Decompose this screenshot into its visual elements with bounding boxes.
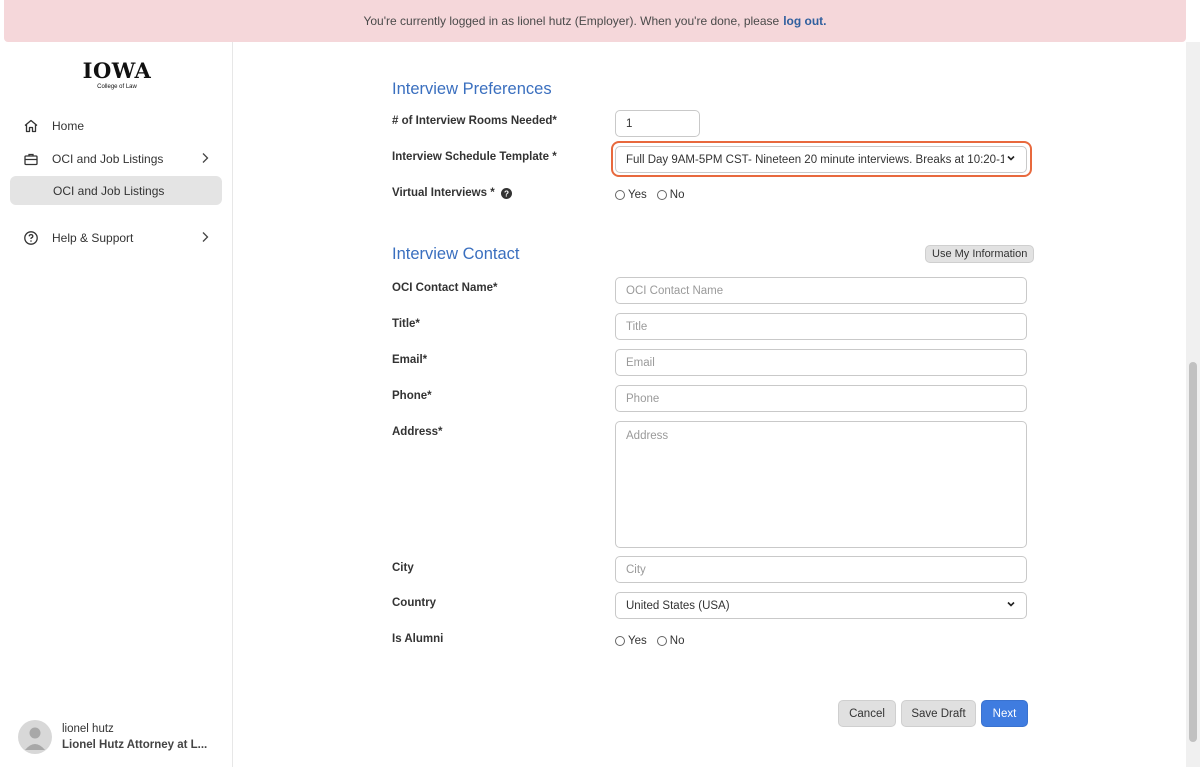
sidebar-item-oci-job-listings[interactable]: OCI and Job Listings [10,144,222,173]
user-profile[interactable]: lionel hutz Lionel Hutz Attorney at L... [18,720,207,754]
chevron-down-icon [1006,153,1016,166]
use-my-information-button[interactable]: Use My Information [925,245,1035,263]
sidebar: IOWA College of Law Home OCI and Job Lis… [0,42,233,767]
sidebar-item-home[interactable]: Home [10,111,222,140]
virtual-yes-option[interactable]: Yes [615,189,647,201]
alumni-yes-option[interactable]: Yes [615,635,647,647]
radio-label: Yes [628,189,647,201]
radio-label: No [669,189,685,201]
country-label: Country [392,597,437,609]
avatar [18,720,52,754]
schedule-template-select[interactable]: Full Day 9AM-5PM CST- Nineteen 20 minute… [615,146,1027,173]
radio-button[interactable] [656,636,667,646]
radio-label: Yes [628,635,647,647]
phone-input[interactable] [615,385,1027,412]
logo-main-text: IOWA [82,58,152,83]
oci-contact-name-input[interactable] [615,277,1027,304]
briefcase-icon [10,151,52,167]
sidebar-item-label: Help & Support [52,230,134,245]
alumni-no-option[interactable]: No [656,635,685,647]
address-label: Address* [392,426,443,438]
city-input[interactable] [615,556,1027,583]
radio-button[interactable] [615,636,625,646]
country-select[interactable]: United States (USA) [615,592,1027,619]
cancel-button[interactable]: Cancel [838,700,896,727]
chevron-right-icon [200,152,210,167]
iowa-law-logo[interactable]: IOWA College of Law [82,58,152,91]
login-banner: You're currently logged in as lionel hut… [4,0,1186,42]
next-button[interactable]: Next [981,700,1028,727]
virtual-interviews-radio-group: Yes No [615,189,694,201]
sidebar-item-label: OCI and Job Listings [53,183,165,198]
radio-button[interactable] [615,190,625,200]
interview-preferences-heading: Interview Preferences [392,80,552,98]
virtual-interviews-label: Virtual Interviews * ? [392,187,512,199]
interview-rooms-label: # of Interview Rooms Needed* [392,115,557,127]
radio-label: No [669,635,685,647]
email-label: Email* [392,354,428,366]
logo-sub-text: College of Law [97,84,137,90]
sidebar-item-help-support[interactable]: Help & Support [10,223,222,252]
sidebar-subitem-oci-job-listings[interactable]: OCI and Job Listings [10,176,222,205]
phone-label: Phone* [392,390,432,402]
address-textarea[interactable] [615,421,1027,548]
email-input[interactable] [615,349,1027,376]
is-alumni-radio-group: Yes No [615,635,694,647]
scrollbar-thumb[interactable] [1189,362,1197,742]
oci-contact-name-label: OCI Contact Name* [392,282,498,294]
title-input[interactable] [615,313,1027,340]
logout-link[interactable]: log out. [783,14,826,28]
user-name: lionel hutz [62,723,114,735]
interview-rooms-input[interactable] [615,110,700,137]
sidebar-item-label: OCI and Job Listings [52,151,164,166]
title-label: Title* [392,318,420,330]
question-circle-icon[interactable]: ? [500,187,512,199]
schedule-template-label: Interview Schedule Template * [392,151,557,163]
save-draft-button[interactable]: Save Draft [901,700,976,727]
virtual-no-option[interactable]: No [656,189,685,201]
country-value: United States (USA) [626,599,730,612]
radio-button[interactable] [656,190,667,200]
user-organization: Lionel Hutz Attorney at L... [62,739,208,751]
svg-text:?: ? [504,189,509,198]
schedule-template-value: Full Day 9AM-5PM CST- Nineteen 20 minute… [626,153,1004,166]
chevron-right-icon [200,231,210,246]
banner-message: You're currently logged in as lionel hut… [363,14,780,28]
home-icon [10,118,52,134]
help-icon [10,230,52,246]
interview-contact-heading: Interview Contact [392,245,520,263]
is-alumni-label: Is Alumni [392,633,444,645]
virtual-interviews-text: Virtual Interviews * [392,187,495,199]
page-scrollbar[interactable] [1186,42,1200,767]
sidebar-item-label: Home [52,118,85,133]
chevron-down-icon [1006,599,1016,612]
city-label: City [392,562,414,574]
